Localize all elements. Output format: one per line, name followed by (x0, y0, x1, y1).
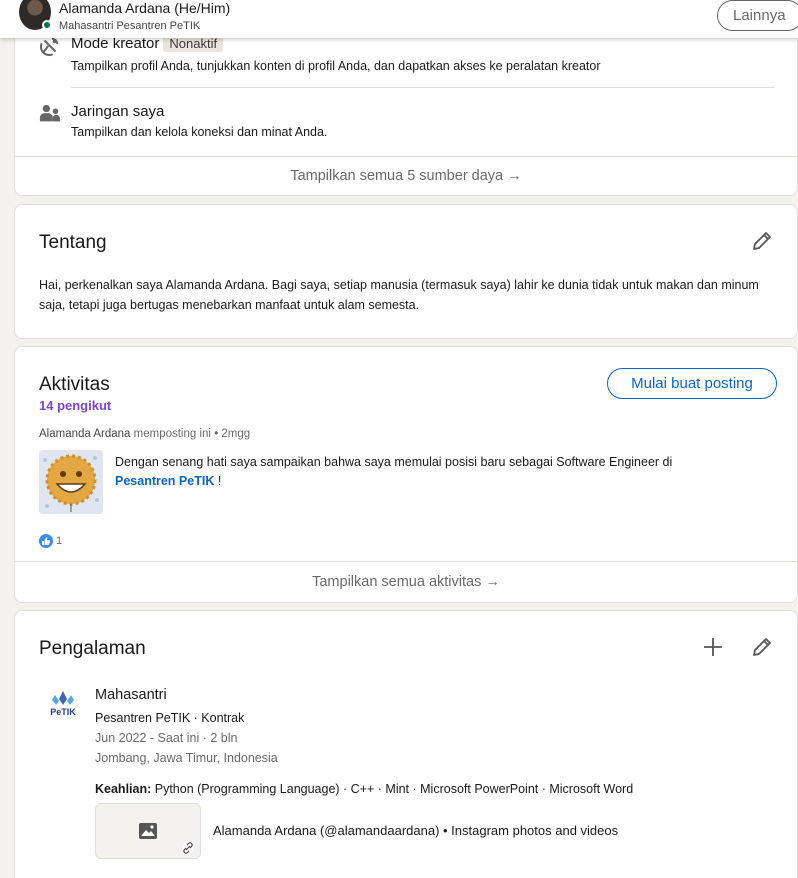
resource-description: Tampilkan profil Anda, tunjukkan konten … (71, 59, 601, 73)
divider (15, 561, 797, 562)
edit-pencil-icon[interactable] (750, 635, 774, 659)
media-title[interactable]: Alamanda Ardana (@alamandaardana) • Inst… (213, 823, 618, 838)
link-icon (182, 842, 194, 854)
logo-text: PeTIK (50, 707, 76, 717)
skills-label: Keahlian: (95, 782, 152, 796)
activity-card: Aktivitas Mulai buat posting 14 pengikut… (14, 346, 798, 603)
show-all-activity-link[interactable]: Tampilkan semua aktivitas → (15, 574, 797, 590)
smiley-image (39, 450, 103, 514)
more-button[interactable]: Lainnya (717, 0, 798, 31)
resource-description: Tampilkan dan kelola koneksi dan minat A… (71, 125, 328, 139)
create-post-button[interactable]: Mulai buat posting (607, 368, 777, 399)
resource-item-creator-mode[interactable]: Mode kreator Nonaktif Tampilkan profil An… (39, 31, 779, 79)
profile-headline: Mahasantri Pesantren PeTIK (59, 20, 201, 32)
post-thumbnail[interactable] (39, 450, 103, 514)
about-card: Tentang Hai, perkenalkan saya Alamanda A… (14, 204, 798, 339)
online-status-icon (42, 20, 52, 30)
section-title: Tentang (39, 232, 107, 253)
divider (71, 87, 775, 88)
reactions-count[interactable]: 1 (39, 534, 62, 548)
experience-card: Pengalaman PeTIK Mahasantri Pesantren Pe… (14, 610, 798, 878)
about-text: Hai, perkenalkan saya Alamanda Ardana. B… (39, 278, 759, 312)
profile-name: Alamanda Ardana (He/Him) (59, 0, 231, 16)
media-attachment[interactable] (95, 803, 201, 859)
section-title: Pengalaman (39, 638, 146, 659)
post-text: Dengan senang hati saya sampaikan bahwa … (115, 453, 755, 491)
satellite-dish-icon (39, 37, 59, 57)
post-action: memposting ini (133, 428, 211, 440)
followers-count[interactable]: 14 pengikut (39, 398, 111, 413)
experience-company: Pesantren PeTIK · Kontrak (95, 711, 245, 725)
post-time: • 2mgg (214, 428, 251, 440)
skills-list: Python (Programming Language) · C++ · Mi… (154, 782, 634, 796)
post-text-body: Dengan senang hati saya sampaikan bahwa … (115, 455, 673, 469)
experience-location: Jombang, Jawa Timur, Indonesia (95, 751, 278, 765)
edit-pencil-icon[interactable] (750, 229, 774, 253)
reactions-number: 1 (56, 535, 63, 547)
experience-skills: Keahlian: Python (Programming Language) … (95, 782, 633, 796)
company-logo[interactable]: PeTIK (46, 689, 80, 725)
company-mention-link[interactable]: Pesantren PeTIK (115, 474, 214, 488)
divider (15, 156, 797, 157)
people-icon (39, 104, 61, 122)
experience-dates: Jun 2022 - Saat ini · 2 bln (95, 731, 238, 745)
experience-role: Mahasantri (95, 687, 167, 703)
resource-item-my-network[interactable]: Jaringan saya Tampilkan dan kelola konek… (39, 99, 779, 143)
resource-title: Jaringan saya (71, 103, 165, 120)
sticky-profile-header: Alamanda Ardana (He/Him) Mahasantri Pesa… (0, 0, 798, 38)
like-icon (39, 534, 53, 548)
add-plus-icon[interactable] (701, 635, 725, 659)
post-meta: Alamanda Ardana memposting ini • 2mgg (39, 428, 250, 440)
show-all-resources-link[interactable]: Tampilkan semua 5 sumber daya → (15, 168, 797, 184)
image-icon (139, 823, 157, 839)
section-title: Aktivitas (39, 374, 110, 395)
post-text-end: ! (217, 474, 222, 488)
post-author[interactable]: Alamanda Ardana (39, 428, 130, 440)
